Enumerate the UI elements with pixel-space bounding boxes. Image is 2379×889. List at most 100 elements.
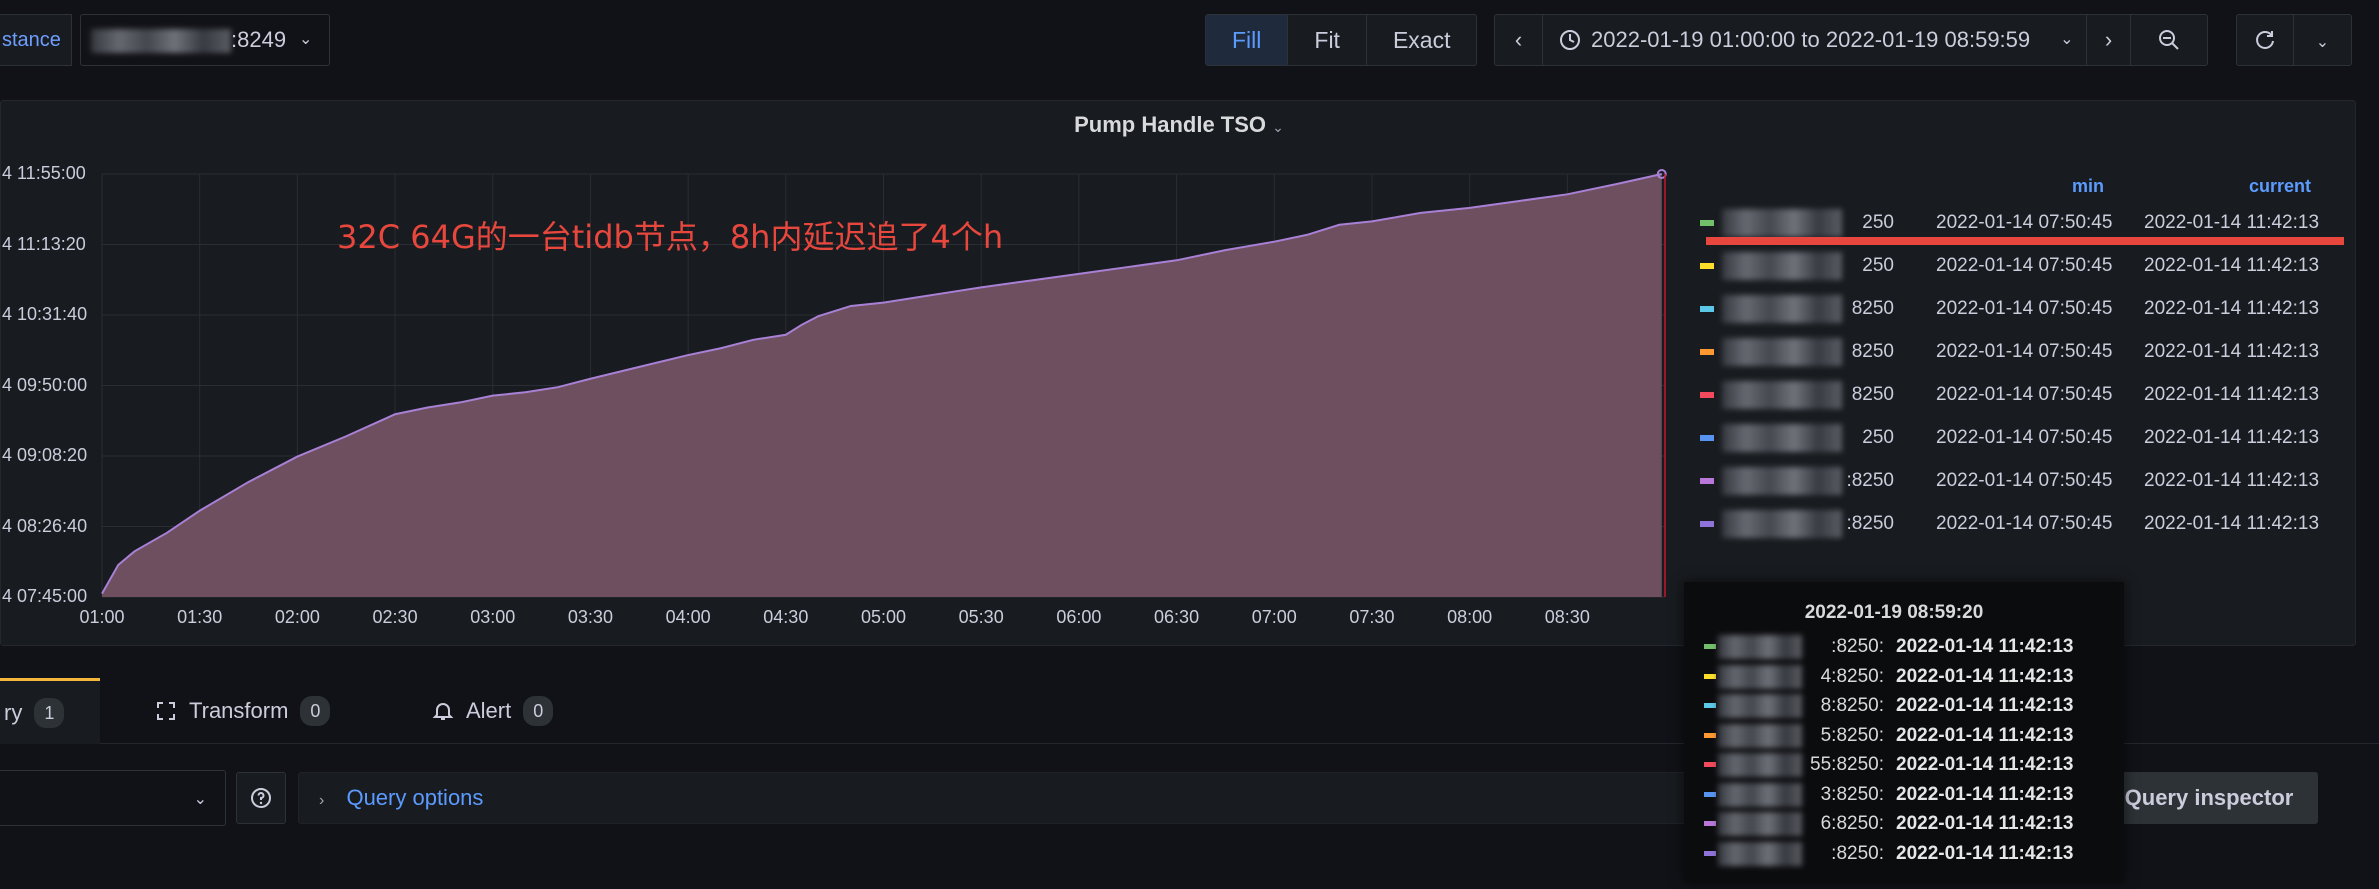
x-tick-label: 03:00 bbox=[470, 607, 516, 627]
series-color-swatch bbox=[1700, 521, 1714, 527]
query-options-label: Query options bbox=[346, 785, 484, 810]
legend-min-value: 2022-01-14 07:50:45 bbox=[1936, 384, 2113, 405]
legend-min-value: 2022-01-14 07:50:45 bbox=[1936, 255, 2113, 276]
datasource-select[interactable]: ⌄ bbox=[0, 770, 226, 826]
time-shift-forward-button[interactable]: › bbox=[2087, 15, 2131, 65]
series-color-swatch bbox=[1704, 791, 1716, 797]
tooltip-series-value: 2022-01-14 11:42:13 bbox=[1896, 813, 2074, 834]
chevron-right-icon: › bbox=[2104, 27, 2113, 52]
tooltip-row: 4:8250: 2022-01-14 11:42:13 bbox=[1704, 662, 2114, 691]
tab-query-label: ry bbox=[4, 699, 23, 725]
clock-icon bbox=[1560, 30, 1580, 50]
tooltip-series-name: 55:8250: bbox=[1810, 754, 1884, 775]
chevron-down-icon: ⌄ bbox=[193, 791, 207, 808]
panel-title[interactable]: Pump Handle TSO ⌄ bbox=[1, 111, 2357, 141]
x-tick-label: 08:00 bbox=[1447, 607, 1493, 627]
legend-min-header[interactable]: min bbox=[2072, 176, 2104, 197]
legend-series-name: 8250 bbox=[1851, 341, 1894, 362]
x-tick-label: 07:30 bbox=[1349, 607, 1395, 627]
tooltip-series-value: 2022-01-14 11:42:13 bbox=[1896, 783, 2074, 805]
x-tick-label: 04:30 bbox=[763, 607, 809, 627]
zoom-mode-group: Fill Fit Exact bbox=[1205, 14, 1478, 66]
legend-row[interactable]: 8250 2022-01-14 07:50:45 2022-01-14 11:42:… bbox=[1700, 332, 2334, 372]
instance-variable-select[interactable]: :8249 ⌄ bbox=[80, 14, 330, 66]
x-tick-label: 01:00 bbox=[79, 607, 125, 627]
legend-series-name: :8250 bbox=[1846, 470, 1894, 491]
series-color-swatch bbox=[1700, 306, 1714, 312]
legend-current-value: 2022-01-14 11:42:13 bbox=[2144, 255, 2320, 276]
tooltip-series-value: 2022-01-14 11:42:13 bbox=[1896, 724, 2074, 746]
chart-annotation: 32C 64G的一台tidb节点，8h内延迟追了4个h bbox=[337, 218, 1004, 256]
panel-title-text: Pump Handle TSO bbox=[1074, 112, 1267, 137]
y-tick-label: 4 10:31:40 bbox=[2, 304, 88, 324]
time-shift-back-button[interactable]: ‹ bbox=[1495, 15, 1543, 65]
graph-tooltip: 2022-01-19 08:59:20 :8250: 2022-01-14 11:… bbox=[1684, 582, 2124, 882]
tooltip-row: :8250: 2022-01-14 11:42:13 bbox=[1704, 632, 2114, 661]
legend-current-value: 2022-01-14 11:42:13 bbox=[2144, 298, 2320, 319]
x-tick-label: 02:30 bbox=[372, 607, 418, 627]
series-color-swatch bbox=[1704, 821, 1716, 826]
exact-mode-button[interactable]: Exact bbox=[1367, 15, 1477, 65]
tab-transform[interactable]: Transform 0 bbox=[155, 678, 331, 744]
question-circle-icon bbox=[251, 788, 271, 808]
blurred-instance-name bbox=[91, 29, 231, 53]
tooltip-row: 8:8250: 2022-01-14 11:42:13 bbox=[1704, 691, 2114, 720]
tab-query[interactable]: ry 1 bbox=[0, 678, 100, 744]
legend-row[interactable]: 8250 2022-01-14 07:50:45 2022-01-14 11:42:… bbox=[1700, 375, 2334, 415]
legend-min-value: 2022-01-14 07:50:45 bbox=[1936, 427, 2113, 448]
red-underline-mark bbox=[1706, 237, 2344, 245]
tooltip-series-value: 2022-01-14 11:42:13 bbox=[1896, 636, 2074, 657]
tooltip-series-value: 2022-01-14 11:42:13 bbox=[1896, 754, 2074, 775]
variable-label: stance bbox=[0, 14, 72, 66]
legend-current-value: 2022-01-14 11:42:13 bbox=[2144, 427, 2320, 448]
legend-series-name: :8250 bbox=[1846, 513, 1894, 534]
time-range-button[interactable]: 2022-01-19 01:00:00 to 2022-01-19 08:59:… bbox=[1543, 15, 2087, 65]
tooltip-row: 55:8250: 2022-01-14 11:42:13 bbox=[1704, 750, 2114, 779]
tab-query-count: 1 bbox=[34, 697, 65, 728]
legend-row[interactable]: :8250 2022-01-14 07:50:45 2022-01-14 11:42… bbox=[1700, 504, 2334, 544]
zoom-out-button[interactable] bbox=[2131, 15, 2207, 65]
tooltip-series-value: 2022-01-14 11:42:13 bbox=[1896, 842, 2074, 864]
series-color-swatch bbox=[1704, 762, 1716, 767]
legend-row[interactable]: 250 2022-01-14 07:50:45 2022-01-14 11:42:1… bbox=[1700, 418, 2334, 458]
tab-alert[interactable]: Alert 0 bbox=[432, 678, 554, 744]
chevron-down-icon: ⌄ bbox=[1272, 119, 1284, 135]
fit-mode-button[interactable]: Fit bbox=[1288, 15, 1367, 65]
query-options-toggle[interactable]: › Query options bbox=[298, 772, 1698, 824]
tab-transform-label: Transform bbox=[189, 698, 289, 723]
chevron-down-icon: ⌄ bbox=[299, 31, 313, 48]
legend-current-value: 2022-01-14 11:42:13 bbox=[2144, 470, 2320, 491]
tooltip-row: 3:8250: 2022-01-14 11:42:13 bbox=[1704, 780, 2114, 809]
tooltip-series-value: 2022-01-14 11:42:13 bbox=[1896, 695, 2074, 716]
series-color-swatch bbox=[1700, 220, 1714, 226]
series-color-swatch bbox=[1700, 392, 1714, 398]
y-tick-label: 4 08:26:40 bbox=[2, 515, 88, 536]
fill-mode-button[interactable]: Fill bbox=[1206, 15, 1289, 65]
legend-series-name: 8250 bbox=[1851, 298, 1894, 319]
legend-series-name: 8250 bbox=[1851, 384, 1894, 405]
legend-row[interactable]: 250 2022-01-14 07:50:45 2022-01-14 11:42:1… bbox=[1700, 246, 2334, 286]
refresh-interval-button[interactable]: ⌄ bbox=[2294, 15, 2351, 65]
tooltip-row: 5:8250: 2022-01-14 11:42:13 bbox=[1704, 721, 2114, 750]
tooltip-series-name: 6:8250: bbox=[1820, 813, 1884, 834]
legend-min-value: 2022-01-14 07:50:45 bbox=[1936, 298, 2113, 319]
refresh-group: ⌄ bbox=[2236, 14, 2352, 66]
query-inspector-button[interactable]: Query inspector bbox=[2100, 772, 2318, 824]
series-color-swatch bbox=[1700, 263, 1714, 269]
legend-min-value: 2022-01-14 07:50:45 bbox=[1936, 341, 2113, 362]
legend-row[interactable]: 8250 2022-01-14 07:50:45 2022-01-14 11:42:… bbox=[1700, 289, 2334, 329]
x-tick-label: 01:30 bbox=[177, 607, 223, 627]
legend-current-header[interactable]: current bbox=[2249, 176, 2311, 197]
x-tick-label: 02:00 bbox=[274, 607, 320, 627]
legend-min-value: 2022-01-14 07:50:45 bbox=[1936, 470, 2113, 491]
y-tick-label: 4 07:45:00 bbox=[2, 586, 88, 606]
help-button[interactable] bbox=[236, 772, 286, 824]
refresh-button[interactable] bbox=[2237, 15, 2295, 65]
x-tick-label: 03:30 bbox=[567, 607, 613, 627]
x-tick-label: 04:00 bbox=[665, 607, 711, 627]
tooltip-series-name: 4:8250: bbox=[1820, 665, 1884, 687]
tooltip-series-value: 2022-01-14 11:42:13 bbox=[1896, 665, 2074, 687]
legend-current-value: 2022-01-14 11:42:13 bbox=[2144, 341, 2320, 362]
tooltip-row: 6:8250: 2022-01-14 11:42:13 bbox=[1704, 809, 2114, 838]
legend-row[interactable]: :8250 2022-01-14 07:50:45 2022-01-14 11:42… bbox=[1700, 461, 2334, 501]
